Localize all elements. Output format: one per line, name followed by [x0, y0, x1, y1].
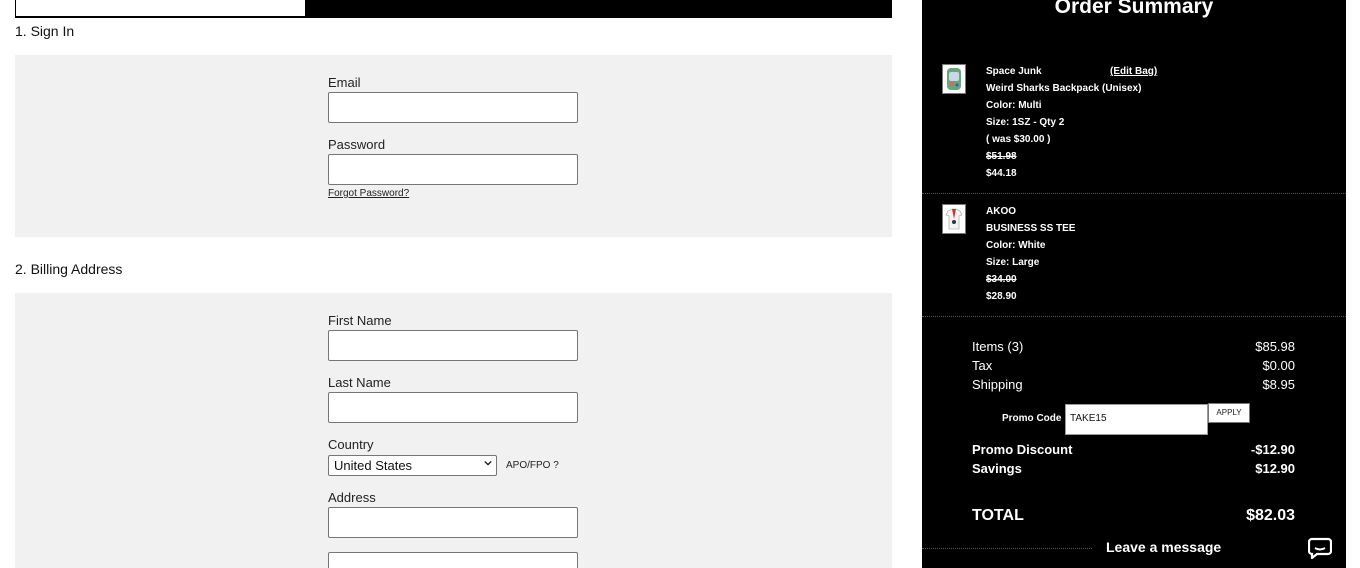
item-old-price: $34.00: [986, 274, 1017, 285]
item-name: BUSINESS SS TEE: [986, 223, 1076, 234]
item-price: $44.18: [986, 168, 1017, 179]
country-select[interactable]: United States: [328, 455, 497, 476]
item-price: $28.90: [986, 291, 1017, 302]
signin-section-title: 1. Sign In: [15, 23, 75, 39]
first-name-label: First Name: [328, 313, 392, 328]
tee-image-icon: [945, 208, 963, 230]
country-label: Country: [328, 437, 374, 452]
edit-bag-link[interactable]: (Edit Bag): [1110, 66, 1157, 77]
order-summary-title: Order Summary: [1054, 0, 1214, 18]
billing-section-title: 2. Billing Address: [15, 261, 123, 277]
shipping-value: $8.95: [1262, 377, 1295, 392]
items-divider: [922, 316, 1346, 317]
address-field[interactable]: [328, 507, 578, 538]
apo-fpo-link[interactable]: APO/FPO ?: [506, 460, 559, 471]
items-count-label: Items (3): [972, 339, 1024, 354]
address-line-2-field[interactable]: [328, 552, 578, 568]
item-size: Size: 1SZ - Qty 2: [986, 117, 1065, 128]
tax-label: Tax: [972, 358, 993, 373]
email-label: Email: [328, 75, 361, 90]
chevron-down-icon: [484, 460, 492, 466]
promo-code-input[interactable]: TAKE15: [1065, 404, 1208, 435]
item-name: Weird Sharks Backpack (Unisex): [986, 83, 1142, 94]
last-name-field[interactable]: [328, 392, 578, 423]
password-field[interactable]: [328, 154, 578, 185]
forgot-password-link[interactable]: Forgot Password?: [328, 188, 409, 199]
tax-value: $0.00: [1262, 358, 1295, 373]
savings-label: Savings: [972, 461, 1022, 476]
chat-bubble-icon: [1308, 537, 1332, 559]
item-color: Color: Multi: [986, 100, 1042, 111]
savings-value: $12.90: [1255, 461, 1295, 476]
promo-discount-label: Promo Discount: [972, 442, 1073, 457]
chat-label: Leave a message: [1106, 539, 1222, 555]
shipping-label: Shipping: [972, 377, 1023, 392]
apply-promo-button[interactable]: APPLY: [1208, 403, 1250, 423]
top-bar: [15, 0, 892, 18]
item-divider: [922, 193, 1346, 194]
backpack-image-icon: [947, 68, 961, 90]
item-old-price: $51.98: [986, 151, 1017, 162]
item-brand: AKOO: [986, 206, 1016, 217]
item-brand: Space Junk: [986, 66, 1042, 77]
promo-discount-value: -$12.90: [1250, 442, 1295, 457]
email-field[interactable]: [328, 92, 578, 123]
last-name-label: Last Name: [328, 375, 391, 390]
first-name-field[interactable]: [328, 330, 578, 361]
signin-panel: [15, 55, 892, 237]
chat-widget[interactable]: Leave a message: [1092, 528, 1346, 568]
backpack-thumbnail[interactable]: [942, 64, 966, 94]
order-summary: Order Summary Space Junk (Edit Bag) Weir…: [922, 0, 1346, 568]
promo-code-label: Promo Code: [1002, 413, 1062, 424]
item-size: Size: Large: [986, 257, 1040, 268]
total-value: $82.03: [1246, 507, 1295, 524]
country-select-value: United States: [334, 458, 413, 473]
total-label: TOTAL: [972, 507, 1024, 524]
address-label: Address: [328, 490, 376, 505]
tee-thumbnail[interactable]: [942, 204, 966, 234]
top-tab[interactable]: [15, 0, 306, 17]
items-subtotal: $85.98: [1255, 339, 1295, 354]
item-was-price: ( was $30.00 ): [986, 134, 1051, 145]
item-color: Color: White: [986, 240, 1046, 251]
password-label: Password: [328, 137, 386, 152]
